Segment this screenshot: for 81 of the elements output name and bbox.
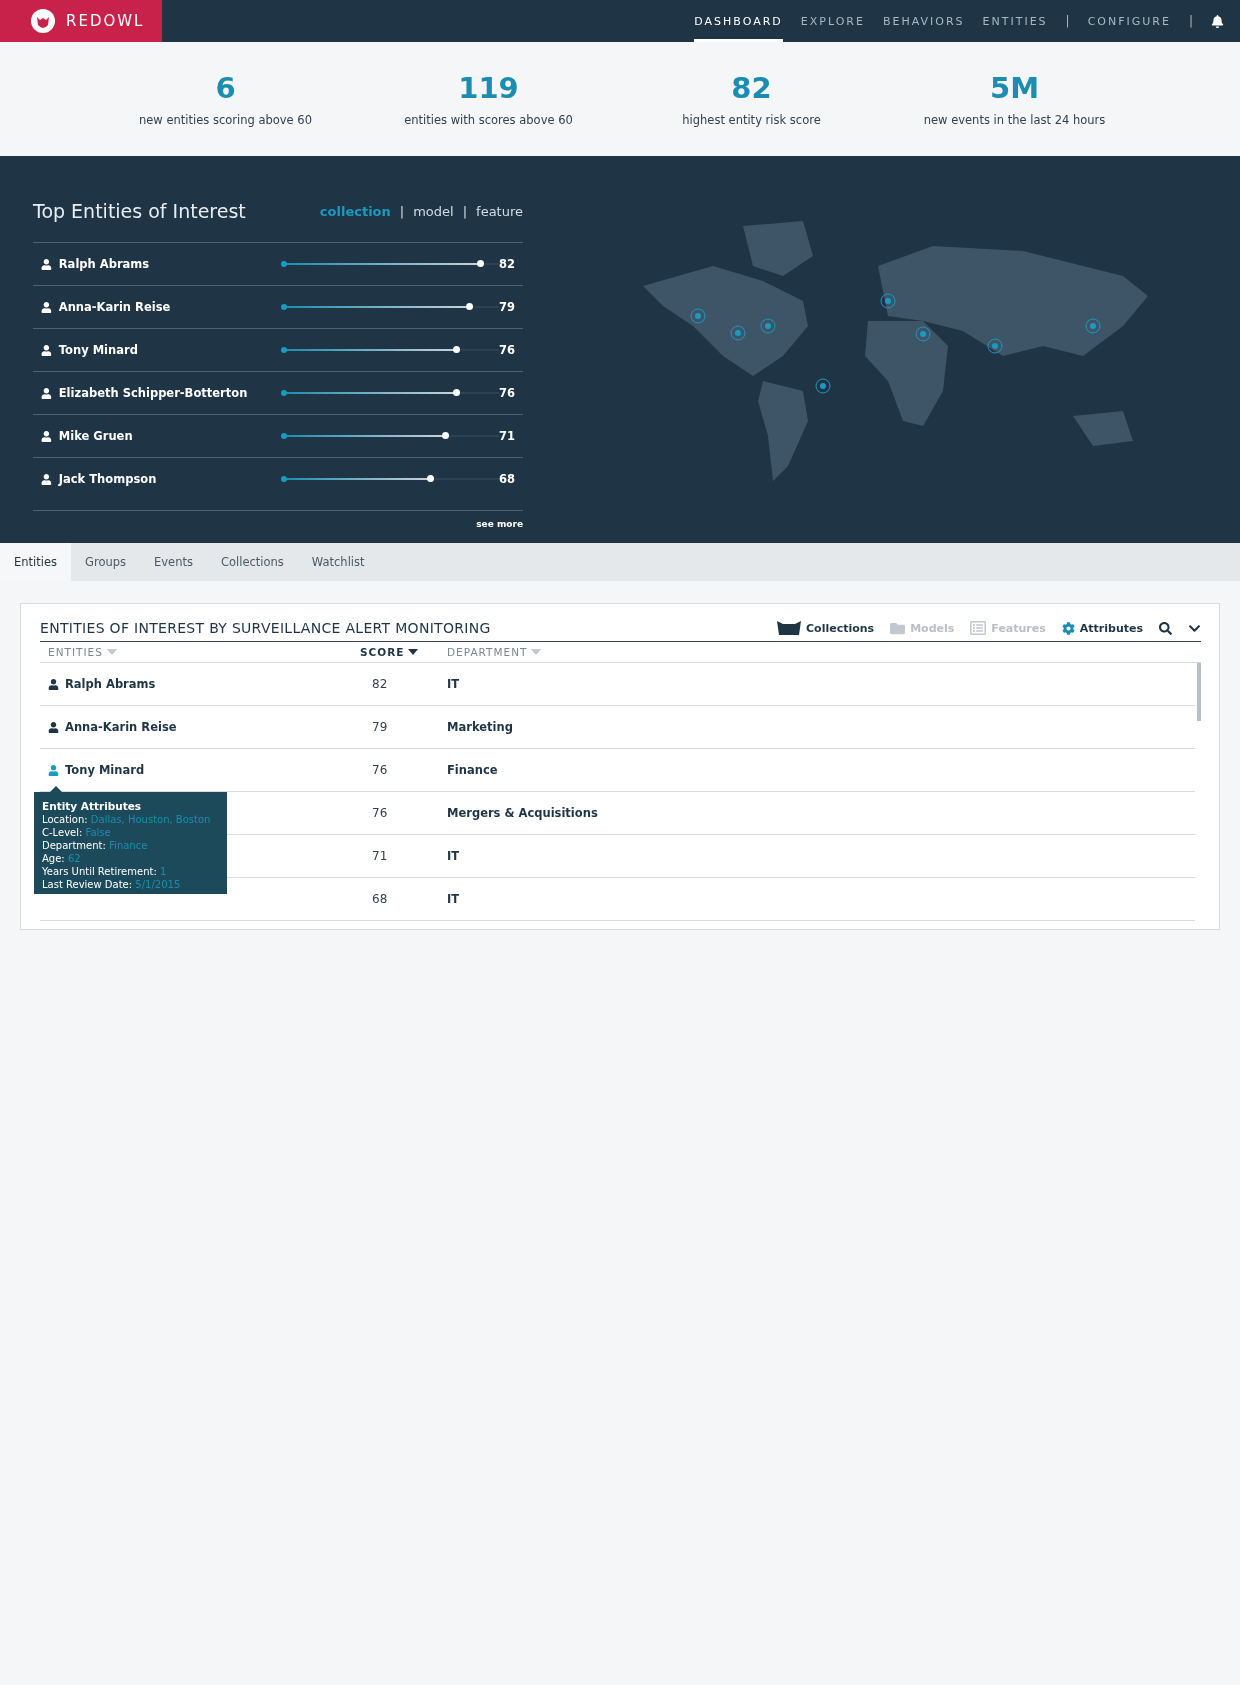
sort-icon (408, 649, 419, 655)
entity-name[interactable]: Tony Minard (65, 763, 145, 777)
stat-value: 6 (215, 71, 236, 105)
attribute-line: C-Level: False (42, 827, 112, 838)
attribute-line: Last Review Date: 5/1/2015 (42, 879, 182, 890)
entity-name[interactable]: Anna-Karin Reise (65, 720, 177, 734)
nav-link[interactable]: CONFIGURE (1087, 0, 1171, 42)
see-more-link[interactable]: see more (33, 510, 523, 529)
column-header[interactable]: DEPARTMENT (447, 646, 1193, 658)
attribute-line: Years Until Retirement: 1 (42, 866, 168, 877)
notification-bell-icon[interactable] (1211, 14, 1224, 28)
filter-separator: | (399, 203, 405, 219)
table-row[interactable]: Anna-Karin Reise 79 Marketing (40, 706, 1195, 749)
stat-label: new entities scoring above 60 (139, 113, 312, 127)
department-cell-text: IT (447, 677, 461, 691)
stat-label: new events in the last 24 hours (923, 113, 1106, 127)
entity-score: 76 (499, 343, 515, 357)
stat-value: 119 (458, 71, 519, 105)
user-icon (41, 344, 52, 356)
entity-name[interactable]: Anna-Karin Reise (58, 300, 284, 314)
score-cell-text: 82 (371, 677, 389, 691)
filter-separator: | (462, 203, 468, 219)
attribute-line: Department: Finance (42, 840, 149, 851)
department-cell-text: Finance (447, 763, 499, 777)
filter-link[interactable]: collection (319, 203, 391, 219)
score-cell-text: 79 (371, 720, 389, 734)
user-icon (41, 258, 52, 270)
score-cell-text: 71 (371, 849, 389, 863)
entity-score: 71 (499, 429, 515, 443)
department-cell-text: Marketing (447, 720, 514, 734)
folder-icon (890, 620, 906, 636)
filter-link[interactable]: feature (476, 203, 523, 219)
score-cell-text: 68 (371, 892, 389, 906)
column-header[interactable]: SCORE (360, 646, 447, 658)
nav-link[interactable]: BEHAVIORS (882, 0, 965, 42)
nav-link[interactable]: EXPLORE (800, 0, 865, 42)
list-icon (970, 620, 987, 636)
nav-link[interactable]: ENTITIES (982, 0, 1048, 42)
stat-value: 5M (989, 71, 1039, 105)
nav-separator: | (1188, 13, 1193, 30)
attribute-line: Location: Dallas, Houston, Boston (42, 814, 212, 825)
entity-name[interactable]: Mike Gruen (58, 429, 284, 443)
toolbar-button[interactable]: Attributes (1061, 621, 1143, 635)
search-button[interactable] (1159, 621, 1172, 635)
nav-separator: | (1065, 13, 1070, 30)
stat-label: entities with scores above 60 (404, 113, 573, 127)
score-cell-text: 76 (371, 763, 389, 777)
settings-icon (1061, 621, 1075, 635)
user-icon (41, 301, 52, 313)
entity-name[interactable]: Ralph Abrams (58, 257, 284, 271)
sort-icon (106, 649, 117, 655)
entity-name[interactable]: Jack Thompson (58, 472, 284, 486)
entity-name[interactable]: Elizabeth Schipper-Botterton (58, 386, 284, 400)
tooltip-title: Entity Attributes (42, 800, 143, 812)
brand-name: REDOWL (66, 12, 145, 30)
score-cell-text: 76 (371, 806, 389, 820)
department-cell-text: IT (447, 892, 461, 906)
scrollbar[interactable] (1197, 663, 1201, 721)
entity-score: 68 (499, 472, 515, 486)
tab[interactable]: Entities (0, 543, 72, 581)
filter-link[interactable]: model (413, 203, 454, 219)
column-header[interactable]: ENTITIES (48, 646, 360, 658)
sort-icon (531, 649, 542, 655)
owl-logo-icon (30, 8, 56, 34)
toolbar-button[interactable]: Collections (777, 621, 875, 635)
user-icon (41, 430, 52, 442)
stat-value: 82 (731, 71, 772, 105)
user-icon (41, 473, 52, 485)
attribute-line: Age: 62 (42, 853, 82, 864)
entity-name[interactable]: Tony Minard (58, 343, 284, 357)
user-icon (41, 387, 52, 399)
department-cell-text: IT (447, 849, 461, 863)
stat-label: highest entity risk score (682, 113, 821, 127)
department-cell-text: Mergers & Acquisitions (447, 806, 599, 820)
entity-score: 82 (499, 257, 515, 271)
card-title: ENTITIES OF INTEREST BY SURVEILLANCE ALERT MONITORING (40, 620, 491, 636)
entity-name[interactable]: Ralph Abrams (65, 677, 156, 691)
panel-title: Top Entities of Interest (33, 200, 246, 222)
table-row[interactable]: Ralph Abrams 82 IT (40, 663, 1195, 706)
entity-score: 79 (499, 300, 515, 314)
entity-score: 76 (499, 386, 515, 400)
